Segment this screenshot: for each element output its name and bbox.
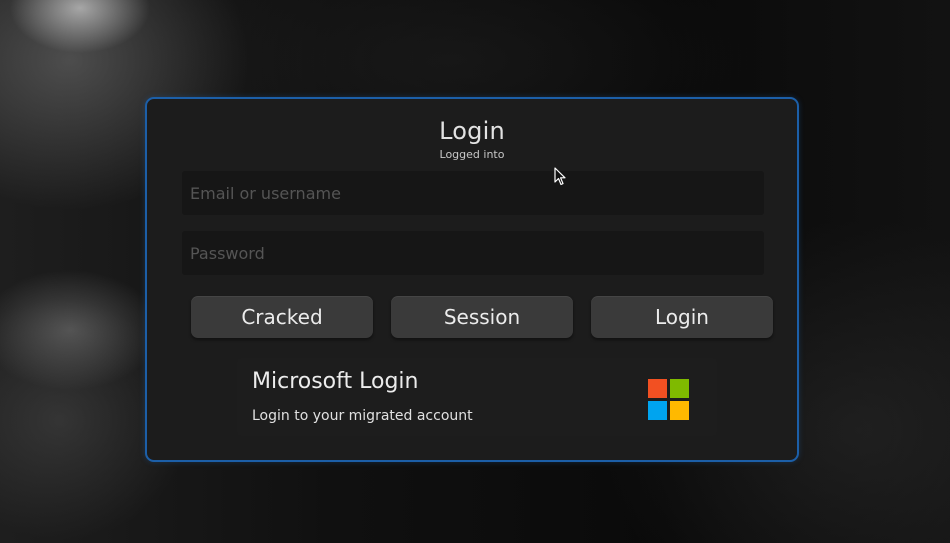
microsoft-logo-green-square <box>670 379 689 398</box>
mouse-pointer-icon <box>554 167 566 186</box>
microsoft-logo-icon <box>648 379 690 421</box>
panel-subtitle: Logged into <box>439 148 505 161</box>
login-button[interactable]: Login <box>591 296 773 338</box>
microsoft-login-description: Login to your migrated account <box>252 408 473 424</box>
microsoft-logo-blue-square <box>648 401 667 420</box>
panel-title: Login <box>439 117 505 145</box>
microsoft-logo-yellow-square <box>670 401 689 420</box>
cracked-button[interactable]: Cracked <box>191 296 373 338</box>
session-button[interactable]: Session <box>391 296 573 338</box>
microsoft-login-title: Microsoft Login <box>252 369 419 394</box>
password-input[interactable] <box>182 231 764 275</box>
login-panel: Login Logged into Cracked Session Login … <box>145 97 799 462</box>
email-username-input[interactable] <box>182 171 764 215</box>
microsoft-logo-red-square <box>648 379 667 398</box>
microsoft-login-button[interactable]: Microsoft Login Login to your migrated a… <box>237 358 717 436</box>
